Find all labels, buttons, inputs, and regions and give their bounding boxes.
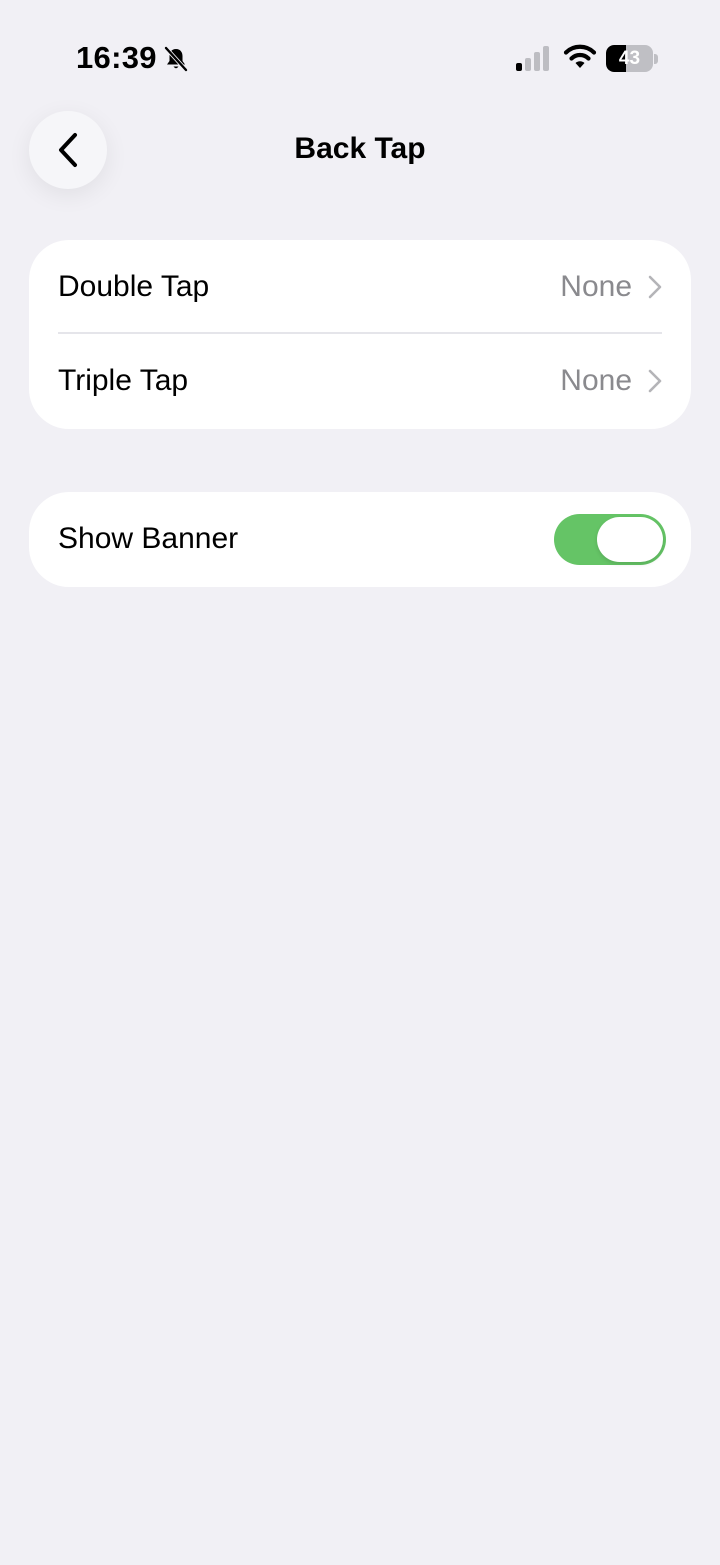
triple-tap-label: Triple Tap (58, 364, 189, 397)
banner-group: Show Banner (29, 492, 691, 587)
show-banner-row: Show Banner (29, 492, 691, 586)
chevron-right-icon (648, 369, 662, 393)
page-title: Back Tap (294, 132, 426, 165)
wifi-icon (563, 44, 597, 68)
bell-slash-icon (164, 46, 188, 72)
back-tap-screen: 16:39 43 Back Tap Double Tap None Triple… (0, 0, 720, 1565)
double-tap-label: Double Tap (58, 270, 210, 303)
status-bar: 16:39 43 (0, 0, 720, 110)
double-tap-value: None (560, 270, 632, 303)
battery-indicator: 43 (606, 45, 658, 73)
cellular-signal-icon (516, 46, 549, 71)
show-banner-toggle[interactable] (554, 514, 666, 565)
triple-tap-row[interactable]: Triple Tap None (29, 334, 691, 428)
tap-actions-group: Double Tap None Triple Tap None (29, 240, 691, 429)
double-tap-row[interactable]: Double Tap None (29, 240, 691, 334)
battery-percentage: 43 (618, 48, 641, 69)
status-time: 16:39 (76, 40, 157, 75)
toggle-knob (597, 517, 663, 562)
chevron-right-icon (648, 275, 662, 299)
triple-tap-value: None (560, 364, 632, 397)
